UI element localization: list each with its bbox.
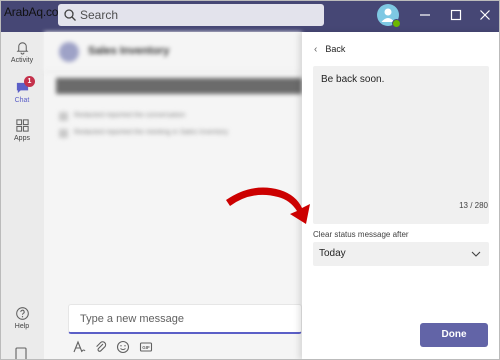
close-icon[interactable] (478, 8, 492, 22)
status-available-badge (392, 19, 401, 28)
search-input[interactable]: Search (80, 8, 118, 22)
profile-avatar[interactable] (377, 4, 401, 28)
rail-label-activity: Activity (10, 57, 34, 64)
clear-after-value: Today (319, 248, 346, 259)
rail-item-activity[interactable]: Activity (0, 40, 44, 64)
status-message-text[interactable]: Be back soon. (321, 74, 384, 85)
help-icon (15, 307, 29, 320)
chat-avatar (59, 42, 79, 62)
annotation-arrow-icon (226, 187, 310, 224)
rail-label-apps: Apps (14, 135, 30, 142)
back-button[interactable]: ‹ Back (314, 44, 345, 55)
clear-after-dropdown[interactable]: Today (313, 242, 489, 266)
rail-item-chat[interactable]: 1 Chat (0, 76, 44, 104)
rail-item-apps[interactable]: Apps (0, 118, 44, 142)
system-message-icon (59, 112, 68, 121)
attach-icon[interactable] (94, 340, 108, 354)
back-label: Back (325, 44, 346, 54)
chevron-down-icon (471, 251, 481, 257)
chat-unread-badge: 1 (24, 76, 35, 87)
svg-text:GIF: GIF (142, 345, 150, 350)
maximize-icon[interactable] (449, 8, 463, 22)
system-message: Redacted reported the meeting in Sales I… (74, 129, 229, 136)
rail-label-chat: Chat (14, 97, 30, 104)
search-icon (64, 9, 76, 21)
emoji-icon[interactable] (116, 340, 130, 354)
chat-banner (56, 78, 302, 94)
apps-grid-icon (15, 119, 29, 132)
compose-input[interactable]: Type a new message (80, 313, 184, 325)
compose-box[interactable]: Type a new message (68, 304, 302, 334)
system-message-icon (59, 129, 68, 138)
format-icon[interactable] (72, 340, 86, 354)
chat-title: Sales Inventory (88, 45, 170, 57)
system-message: Redacted reported the conversation (74, 112, 186, 119)
status-message-panel: ‹ Back Be back soon. 13 / 280 Clear statu… (302, 32, 500, 360)
rail-item-help[interactable]: Help (0, 306, 44, 330)
minimize-icon[interactable] (418, 8, 432, 22)
app-rail: Activity 1 Chat Apps Help (0, 32, 44, 360)
chevron-left-icon: ‹ (314, 44, 318, 55)
device-icon[interactable] (14, 346, 28, 360)
clear-after-label: Clear status message after (313, 230, 409, 239)
done-button[interactable]: Done (420, 323, 488, 347)
gif-icon[interactable]: GIF (139, 340, 153, 354)
chat-header: Sales Inventory (44, 32, 302, 72)
character-counter: 13 / 280 (459, 201, 488, 210)
rail-label-help: Help (14, 323, 30, 330)
search-box[interactable]: Search (58, 4, 324, 26)
bell-icon (16, 42, 28, 55)
